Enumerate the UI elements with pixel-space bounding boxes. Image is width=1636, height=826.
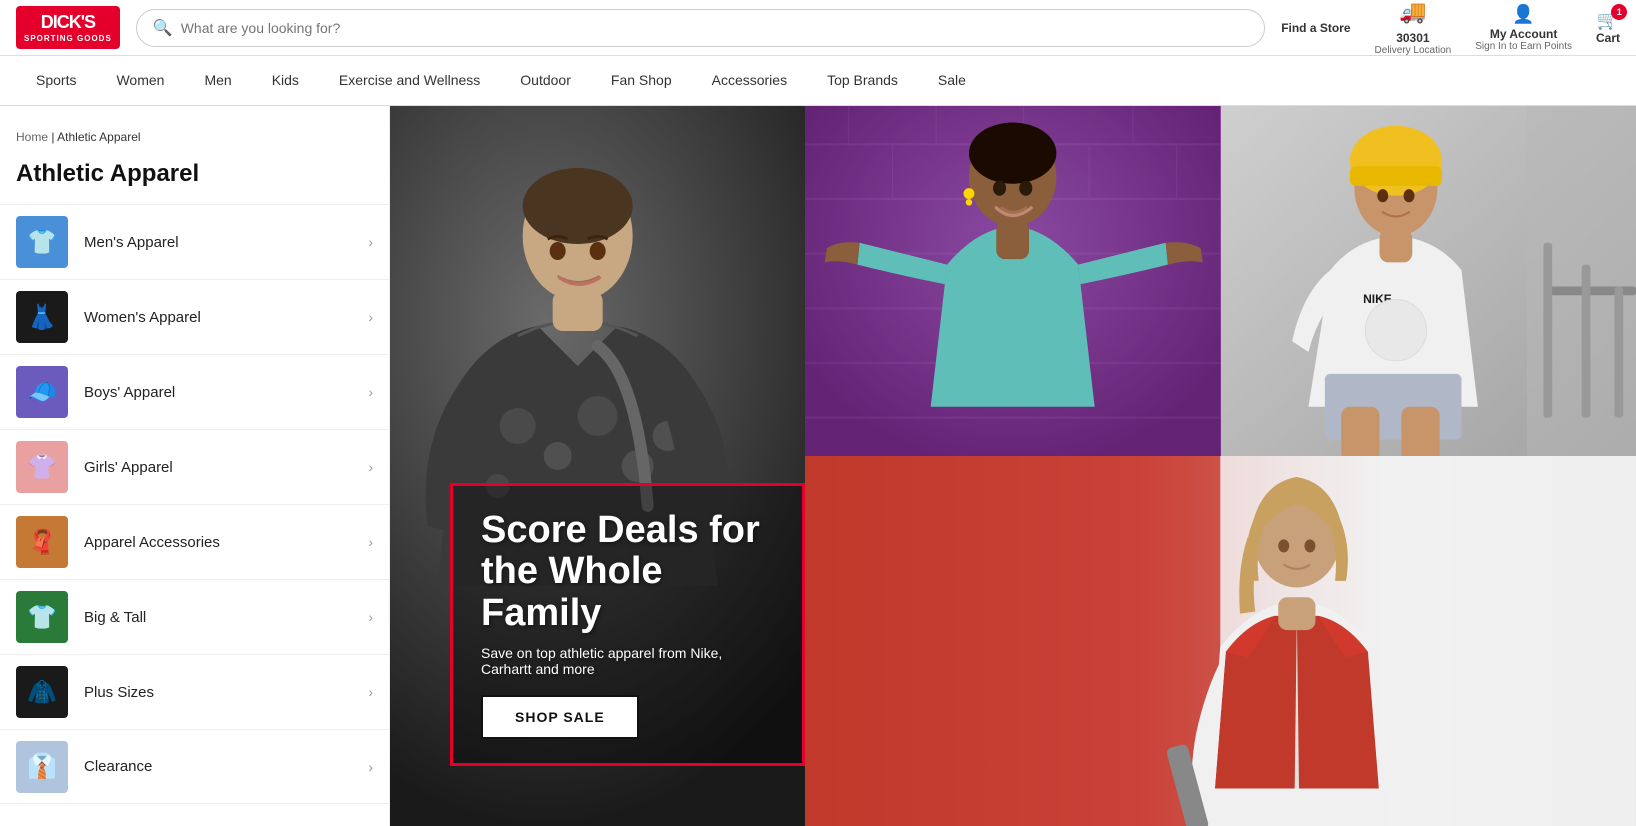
search-input[interactable] bbox=[181, 20, 1248, 36]
sidebar-thumb-mens: 👕 bbox=[16, 216, 68, 268]
sidebar-chevron-womens: › bbox=[368, 309, 373, 325]
sidebar-item-boys[interactable]: 🧢 Boys' Apparel › bbox=[0, 354, 389, 429]
sidebar-item-girls[interactable]: 👚 Girls' Apparel › bbox=[0, 429, 389, 504]
sidebar-thumb-girls: 👚 bbox=[16, 441, 68, 493]
sidebar-chevron-bigtall: › bbox=[368, 609, 373, 625]
site-logo[interactable]: DICK'S SPORTING GOODS bbox=[16, 6, 120, 49]
sidebar-chevron-boys: › bbox=[368, 384, 373, 400]
sidebar-label-clearance: Clearance bbox=[84, 758, 352, 775]
sidebar-chevron-clearance: › bbox=[368, 759, 373, 775]
breadcrumb: Home | Athletic Apparel bbox=[0, 122, 389, 152]
sidebar-label-accessories: Apparel Accessories bbox=[84, 534, 352, 551]
sidebar-chevron-accessories: › bbox=[368, 534, 373, 550]
nav-item-fanshop[interactable]: Fan Shop bbox=[591, 58, 692, 104]
sidebar-item-womens[interactable]: 👗 Women's Apparel › bbox=[0, 279, 389, 354]
nav-item-outdoor[interactable]: Outdoor bbox=[500, 58, 591, 104]
sidebar-item-accessories[interactable]: 🧣 Apparel Accessories › bbox=[0, 504, 389, 579]
category-sidebar: Home | Athletic Apparel Athletic Apparel… bbox=[0, 106, 390, 826]
main-nav: Sports Women Men Kids Exercise and Welln… bbox=[0, 56, 1636, 106]
nav-item-men[interactable]: Men bbox=[184, 58, 251, 104]
sidebar-label-boys: Boys' Apparel bbox=[84, 384, 352, 401]
search-icon: 🔍 bbox=[153, 18, 173, 38]
sidebar-thumb-boys: 🧢 bbox=[16, 366, 68, 418]
logo-line2: SPORTING GOODS bbox=[24, 34, 112, 44]
find-store-action[interactable]: Find a Store bbox=[1281, 21, 1350, 35]
account-label: My Account bbox=[1490, 27, 1558, 41]
sidebar-label-mens: Men's Apparel bbox=[84, 234, 352, 251]
sidebar-item-mens[interactable]: 👕 Men's Apparel › bbox=[0, 204, 389, 279]
nav-item-kids[interactable]: Kids bbox=[252, 58, 319, 104]
sidebar-thumb-bigtall: 👕 bbox=[16, 591, 68, 643]
sidebar-chevron-mens: › bbox=[368, 234, 373, 250]
account-icon: 👤 bbox=[1512, 4, 1534, 25]
content-area: Score Deals for the Whole Family Save on… bbox=[390, 106, 1636, 826]
cart-badge: 🛒 1 bbox=[1597, 10, 1619, 31]
sidebar-item-clearance[interactable]: 👔 Clearance › bbox=[0, 729, 389, 804]
sidebar-thumb-accessories: 🧣 bbox=[16, 516, 68, 568]
sidebar-thumb-clearance: 👔 bbox=[16, 741, 68, 793]
woman-background bbox=[805, 106, 1220, 456]
delivery-zip: 30301 bbox=[1375, 31, 1452, 45]
nav-item-sports[interactable]: Sports bbox=[16, 58, 96, 104]
woman2-svg bbox=[805, 456, 1636, 826]
hero-boy-cell: NIKE bbox=[1221, 106, 1636, 456]
account-sub: Sign In to Earn Points bbox=[1475, 41, 1572, 52]
delivery-icon: 🚚 bbox=[1399, 0, 1426, 25]
nav-item-exercise[interactable]: Exercise and Wellness bbox=[319, 58, 500, 104]
promo-subtitle: Save on top athletic apparel from Nike, … bbox=[481, 645, 774, 677]
nav-item-topbrands[interactable]: Top Brands bbox=[807, 58, 918, 104]
main-content: Home | Athletic Apparel Athletic Apparel… bbox=[0, 106, 1636, 826]
breadcrumb-current: Athletic Apparel bbox=[57, 130, 140, 144]
nav-item-sale[interactable]: Sale bbox=[918, 58, 986, 104]
shop-sale-button[interactable]: SHOP SALE bbox=[481, 695, 639, 739]
sidebar-thumb-womens: 👗 bbox=[16, 291, 68, 343]
hero-woman2-cell bbox=[805, 456, 1636, 826]
account-action[interactable]: 👤 My Account Sign In to Earn Points bbox=[1475, 4, 1572, 52]
sidebar-chevron-girls: › bbox=[368, 459, 373, 475]
header-actions: Find a Store 🚚 30301 Delivery Location 👤… bbox=[1281, 0, 1620, 56]
page-title: Athletic Apparel bbox=[0, 152, 389, 204]
cart-count: 1 bbox=[1611, 4, 1627, 20]
sidebar-item-plus[interactable]: 🧥 Plus Sizes › bbox=[0, 654, 389, 729]
sidebar-label-plus: Plus Sizes bbox=[84, 684, 352, 701]
hero-man-cell: Score Deals for the Whole Family Save on… bbox=[390, 106, 805, 826]
hero-image-grid: Score Deals for the Whole Family Save on… bbox=[390, 106, 1636, 826]
woman-svg bbox=[805, 106, 1220, 456]
logo-line1: DICK'S bbox=[24, 12, 112, 34]
sidebar-items-container: 👕 Men's Apparel › 👗 Women's Apparel › 🧢 … bbox=[0, 204, 389, 804]
site-header: DICK'S SPORTING GOODS 🔍 Find a Store 🚚 3… bbox=[0, 0, 1636, 56]
boy-background: NIKE bbox=[1221, 106, 1636, 456]
find-store-label: Find a Store bbox=[1281, 21, 1350, 35]
promo-overlay: Score Deals for the Whole Family Save on… bbox=[450, 483, 805, 766]
breadcrumb-home[interactable]: Home bbox=[16, 130, 48, 144]
nav-item-accessories[interactable]: Accessories bbox=[692, 58, 807, 104]
woman2-background bbox=[805, 456, 1636, 826]
nav-item-women[interactable]: Women bbox=[96, 58, 184, 104]
cart-action[interactable]: 🛒 1 Cart bbox=[1596, 10, 1620, 45]
sidebar-label-womens: Women's Apparel bbox=[84, 309, 352, 326]
sidebar-item-bigtall[interactable]: 👕 Big & Tall › bbox=[0, 579, 389, 654]
sidebar-thumb-plus: 🧥 bbox=[16, 666, 68, 718]
delivery-action[interactable]: 🚚 30301 Delivery Location bbox=[1375, 0, 1452, 56]
boy-svg: NIKE bbox=[1221, 106, 1636, 456]
search-bar: 🔍 bbox=[136, 9, 1265, 47]
sidebar-label-girls: Girls' Apparel bbox=[84, 459, 352, 476]
sidebar-label-bigtall: Big & Tall bbox=[84, 609, 352, 626]
delivery-label: Delivery Location bbox=[1375, 45, 1452, 56]
sidebar-chevron-plus: › bbox=[368, 684, 373, 700]
hero-woman-cell bbox=[805, 106, 1220, 456]
cart-label: Cart bbox=[1596, 31, 1620, 45]
promo-title: Score Deals for the Whole Family bbox=[481, 510, 774, 635]
